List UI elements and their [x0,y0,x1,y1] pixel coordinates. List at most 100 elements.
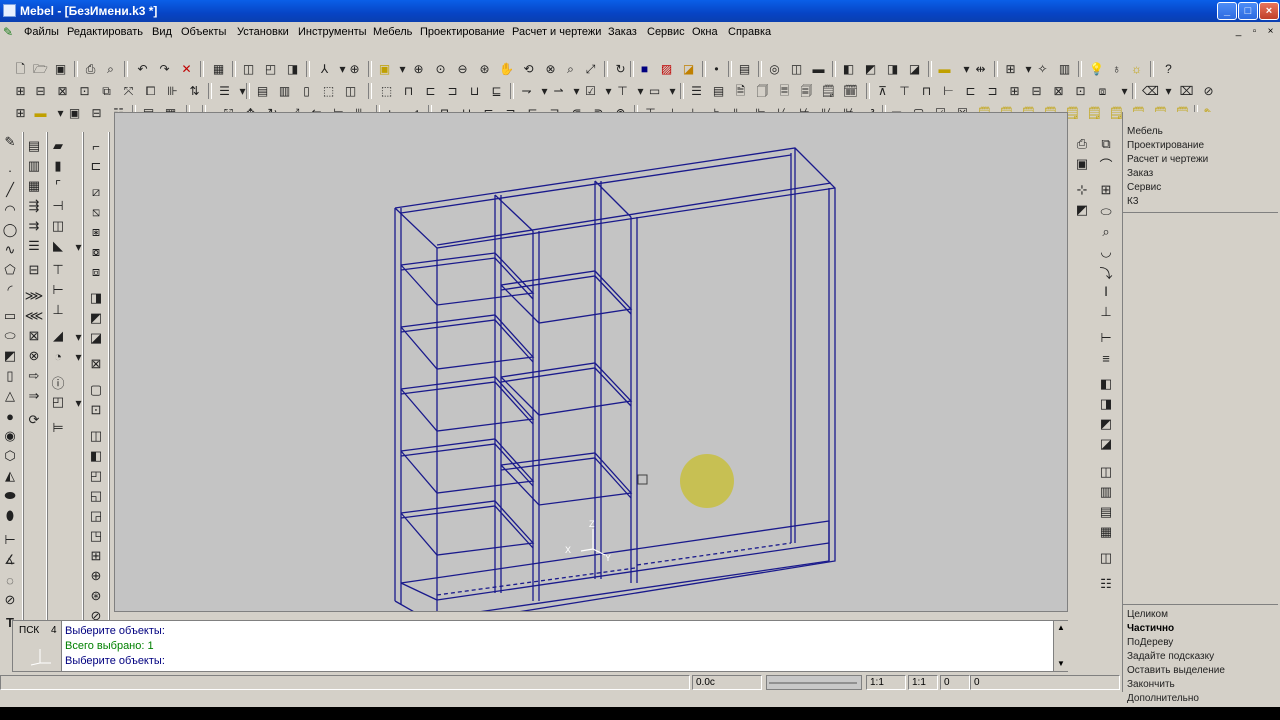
cupboard-icon[interactable]: ⊡ [1072,82,1089,99]
screen-icon[interactable]: ▬ [810,60,827,77]
dropdown-arrow-icon[interactable]: ▾ [394,60,411,77]
maximize-button[interactable]: □ [1238,2,1258,20]
span-icon[interactable]: ⊢ [1096,328,1116,348]
side-panel-icon[interactable]: ▮ [48,156,68,176]
fitting-icon[interactable]: ⊓ [400,82,417,99]
option-finish[interactable]: Закончить [1127,679,1175,690]
doc-up-icon[interactable]: 🗒 [820,82,837,99]
menu-objects[interactable]: Объекты [181,26,226,38]
box-icon[interactable]: ⬚ [320,82,337,99]
zoom-out-icon[interactable]: ⊖ [454,60,471,77]
oval-icon[interactable]: ⬭ [1096,202,1116,222]
dimension-icon[interactable]: ⊢ [0,530,20,550]
print-preview-icon[interactable]: ⌕ [102,60,119,77]
assembly-side-icon[interactable]: ⧆ [86,222,106,242]
box-iso-icon[interactable]: ◨ [884,60,901,77]
selection-grip[interactable] [637,474,648,485]
tile-d-icon[interactable]: ▦ [1096,522,1116,542]
panel-cut-icon[interactable]: ⊟ [32,82,49,99]
block-icon[interactable]: ▣ [66,104,83,121]
beam-icon[interactable]: Ⅰ [1096,282,1116,302]
menu-edit[interactable]: Редактировать [67,26,143,38]
assembly-icon[interactable]: ⌐ [86,136,106,156]
mebel-app-icon[interactable]: ✎ [3,25,17,39]
cone-icon[interactable]: △ [0,386,20,406]
assembly-dot-icon[interactable]: ⊡ [86,400,106,420]
color-clear-icon[interactable]: ▨ [658,60,675,77]
mdi-close-button[interactable]: × [1264,26,1277,38]
print-icon[interactable]: ⎙ [82,60,99,77]
option-whole[interactable]: Целиком [1127,609,1168,620]
panel-shift-icon[interactable]: ⇉ [24,216,44,236]
check-edit-icon[interactable]: ☑ [582,82,599,99]
menu-windows[interactable]: Окна [692,26,718,38]
axis-icon[interactable]: ⅄ [316,60,333,77]
menu-furniture[interactable]: Мебель [373,26,412,38]
panel-trim-icon[interactable]: ⋙ [24,286,44,306]
tree-item-service[interactable]: Сервис [1127,182,1161,193]
panel-array-icon[interactable]: ⊪ [164,82,181,99]
shelf-tool-icon[interactable]: ▰ [48,136,68,156]
doc-move-icon[interactable]: 🗐 [798,82,815,99]
panel-offset-icon[interactable]: ⊟ [24,260,44,280]
command-input[interactable]: Выберите объекты: [65,655,165,667]
rectangle-icon[interactable]: ▭ [0,306,20,326]
dropdown-arrow-icon[interactable]: ▾ [1116,82,1133,99]
box-top-icon[interactable]: ◩ [862,60,879,77]
dropdown-arrow-icon[interactable]: ▾ [70,394,87,411]
menu-files[interactable]: Файлы [24,26,59,38]
panel-extend-icon[interactable]: ⋘ [24,306,44,326]
printer-icon[interactable]: ⎙ [1072,134,1092,154]
view-side-icon[interactable]: ◰ [262,60,279,77]
menu-tools[interactable]: Инструменты [298,26,367,38]
panel-h-icon[interactable]: ▤ [24,136,44,156]
note-list-icon[interactable]: 🗒 [1086,104,1103,121]
door-icon[interactable]: ▯ [298,82,315,99]
sphere-icon[interactable]: ⊕ [346,60,363,77]
shelf-unit-icon[interactable]: ⊞ [1006,82,1023,99]
mdi-restore-button[interactable]: ▫ [1248,26,1261,38]
view-iso-icon[interactable]: ◨ [284,60,301,77]
arc-down-icon[interactable]: ◡ [1096,242,1116,262]
panel-copy-icon[interactable]: ⧠ [142,82,159,99]
mesh-icon[interactable]: ⊞ [1096,180,1116,200]
round-icon[interactable]: ◔ [48,346,68,366]
panel-move-icon[interactable]: ⤧ [120,82,137,99]
doc-icon[interactable]: 🗎 [732,82,749,99]
render-icon[interactable]: ▤ [736,60,753,77]
option-set-hint[interactable]: Задайте подсказку [1127,651,1214,662]
report-icon[interactable]: ▤ [710,82,727,99]
doc-edit-icon[interactable]: 🗏 [776,82,793,99]
wardrobe-icon[interactable]: ⊟ [1028,82,1045,99]
frame-d-icon[interactable]: ◪ [1096,434,1116,454]
table-icon[interactable]: ⊤ [896,82,913,99]
panel-stack-icon[interactable]: ☰ [24,236,44,256]
layers-icon[interactable]: ◪ [680,60,697,77]
point-icon[interactable]: · [0,160,20,180]
shelf-icon[interactable]: ▥ [276,82,293,99]
panel-delete-icon[interactable]: ⊠ [24,326,44,346]
assembly-frame-icon[interactable]: ▢ [86,380,106,400]
doc-split-icon[interactable]: ◧ [86,446,106,466]
open-folder-icon[interactable]: 🗁 [32,60,49,77]
light-bulb-icon[interactable]: 💡 [1088,60,1105,77]
stack-icon[interactable]: ☰ [216,82,233,99]
drawer-icon[interactable]: ▤ [254,82,271,99]
doc-plus-icon[interactable]: ⊕ [86,566,106,586]
view-front-icon[interactable]: ◫ [240,60,257,77]
refresh-icon[interactable]: ↻ [612,60,629,77]
snap-icon[interactable]: ⊞ [1002,60,1019,77]
insert-icon[interactable]: ⊞ [12,104,29,121]
panel-copy-icon[interactable]: ⇒ [24,386,44,406]
option-partial[interactable]: Частично [1127,623,1174,634]
redo-icon[interactable]: ↷ [156,60,173,77]
dropdown-arrow-icon[interactable]: ▾ [664,82,681,99]
frame-a-icon[interactable]: ◧ [1096,374,1116,394]
split-view-icon[interactable]: ◫ [1096,548,1116,568]
tree-item-k3[interactable]: К3 [1127,196,1138,207]
bevel-icon[interactable]: ◢ [48,326,68,346]
tree-item-order[interactable]: Заказ [1127,168,1153,179]
corner-icon[interactable]: ⌜ [48,176,68,196]
menu-order[interactable]: Заказ [608,26,637,38]
rotate-view-icon[interactable]: ⟲ [520,60,537,77]
